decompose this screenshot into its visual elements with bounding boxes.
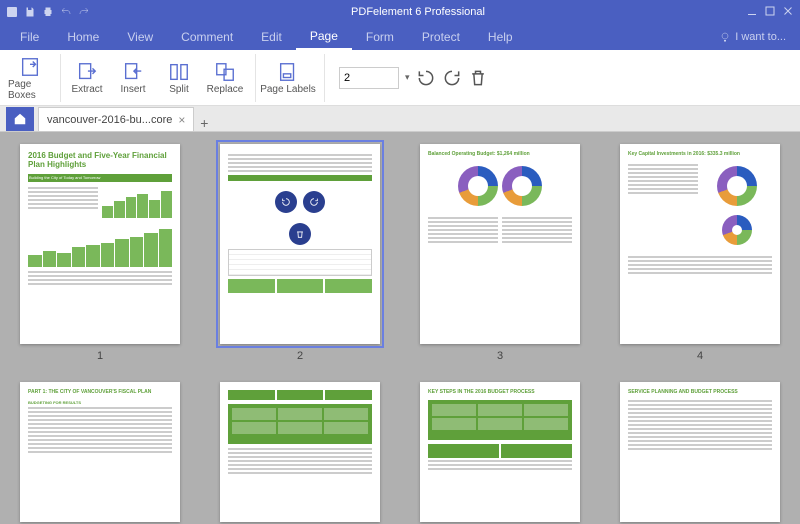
page-thumb-1[interactable]: 2016 Budget and Five-Year Financial Plan… [10,144,190,362]
split-button[interactable]: Split [157,54,201,102]
insert-button[interactable]: Insert [111,54,155,102]
titlebar: PDFelement 6 Professional [0,0,800,24]
i-want-to[interactable]: I want to... [719,31,794,43]
add-tab-button[interactable]: + [194,115,214,131]
app-title: PDFelement 6 Professional [90,6,746,18]
menu-home[interactable]: Home [53,24,113,50]
page-number: 2 [297,350,303,362]
page-number: 4 [697,350,703,362]
home-tab[interactable] [6,107,34,131]
extract-button[interactable]: Extract [65,54,109,102]
workspace: 2016 Budget and Five-Year Financial Plan… [0,132,800,524]
page-dropdown-icon[interactable]: ▾ [405,72,410,83]
undo-icon[interactable] [60,6,72,18]
split-icon [168,61,190,83]
insert-icon [122,61,144,83]
menu-protect[interactable]: Protect [408,24,474,50]
menu-page[interactable]: Page [296,24,352,50]
page-thumb-7[interactable]: KEY STEPS IN THE 2016 BUDGET PROCESS [410,382,590,522]
quick-launch [6,6,90,18]
menu-file[interactable]: File [6,24,53,50]
page-boxes-icon [19,56,41,78]
redo-icon[interactable] [78,6,90,18]
logo-icon [6,6,18,18]
rotate-right-icon[interactable] [442,68,462,88]
tabbar: vancouver-2016-bu...core × + [0,106,800,132]
menu-comment[interactable]: Comment [167,24,247,50]
save-icon[interactable] [24,6,36,18]
page-thumb-6[interactable] [210,382,390,522]
bulb-icon [719,31,731,43]
menu-edit[interactable]: Edit [247,24,296,50]
rotate-right-overlay-icon [303,191,325,213]
page-thumb-5[interactable]: PART 1: THE CITY OF VANCOUVER'S FISCAL P… [10,382,190,522]
close-icon[interactable] [782,5,794,20]
page-labels-button[interactable]: Page Labels [260,54,316,102]
window-controls [746,5,794,20]
minimize-icon[interactable] [746,5,758,20]
menubar: File Home View Comment Edit Page Form Pr… [0,24,800,50]
rotate-left-overlay-icon [275,191,297,213]
replace-icon [214,61,236,83]
rotate-left-icon[interactable] [416,68,436,88]
delete-icon[interactable] [468,68,488,88]
extract-icon [76,61,98,83]
delete-overlay-icon [289,223,311,245]
maximize-icon[interactable] [764,5,776,20]
toolbar: Page Boxes Extract Insert Split Replace … [0,50,800,106]
replace-button[interactable]: Replace [203,54,247,102]
page-thumb-3[interactable]: Balanced Operating Budget: $1,264 millio… [410,144,590,362]
menu-view[interactable]: View [113,24,167,50]
page-number-input[interactable] [339,67,399,89]
document-tab[interactable]: vancouver-2016-bu...core × [38,107,194,131]
page-number: 1 [97,350,103,362]
menu-form[interactable]: Form [352,24,408,50]
page-number: 3 [497,350,503,362]
tab-label: vancouver-2016-bu...core [47,114,172,126]
page-thumb-2[interactable]: 2 [210,144,390,362]
print-icon[interactable] [42,6,54,18]
page-labels-icon [277,61,299,83]
tab-close-icon[interactable]: × [178,113,185,127]
home-icon [13,112,27,126]
menu-help[interactable]: Help [474,24,527,50]
page-boxes-button[interactable]: Page Boxes [8,54,52,102]
page-thumb-4[interactable]: Key Capital Investments in 2016: $335.3 … [610,144,790,362]
page-thumb-8[interactable]: SERVICE PLANNING AND BUDGET PROCESS [610,382,790,522]
